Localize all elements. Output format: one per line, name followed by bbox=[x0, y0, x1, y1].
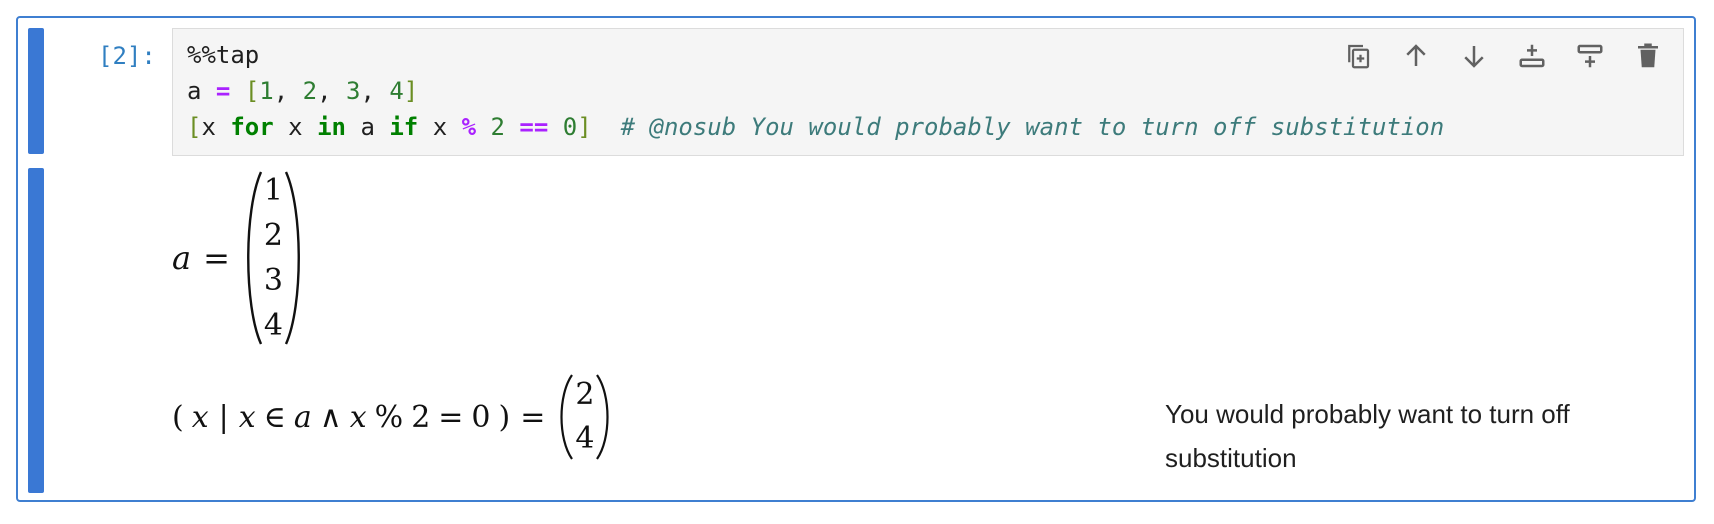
equation-a-vector: a = 1 2 3 4 bbox=[172, 168, 305, 348]
code-editor[interactable]: %%tap a = [1, 2, 3, 4] [x for x in a if … bbox=[172, 28, 1684, 156]
left-paren-icon bbox=[560, 374, 574, 460]
magic-command: %%tap bbox=[187, 41, 260, 69]
right-paren-icon bbox=[596, 374, 610, 460]
move-down-button[interactable] bbox=[1457, 39, 1491, 73]
move-up-button[interactable] bbox=[1399, 39, 1433, 73]
move-up-icon bbox=[1406, 44, 1426, 66]
vector-entry: 4 bbox=[263, 308, 283, 343]
insert-above-button[interactable] bbox=[1515, 39, 1549, 73]
column-vector-a: 1 2 3 4 bbox=[242, 168, 305, 348]
delete-cell-button[interactable] bbox=[1631, 39, 1665, 73]
right-paren-icon bbox=[284, 171, 300, 345]
code-text[interactable]: %%tap a = [1, 2, 3, 4] [x for x in a if … bbox=[187, 37, 1444, 145]
insert-below-icon bbox=[1577, 44, 1603, 68]
insert-above-icon bbox=[1519, 44, 1545, 68]
vector-entry: 2 bbox=[575, 377, 595, 412]
move-down-icon bbox=[1464, 46, 1484, 68]
insert-below-button[interactable] bbox=[1573, 39, 1607, 73]
column-vector-result: 2 4 bbox=[555, 373, 614, 461]
duplicate-cell-button[interactable] bbox=[1341, 39, 1375, 73]
equation-comprehension: ( x | x ∈ a ∧ x % 2 = 0 ) = 2 4 bbox=[172, 372, 614, 462]
input-collapser[interactable] bbox=[28, 28, 44, 154]
vector-entry: 3 bbox=[263, 263, 283, 298]
output-collapser[interactable] bbox=[28, 168, 44, 493]
code-comment: # @nosub You would probably want to turn… bbox=[620, 113, 1445, 141]
duplicate-cell-icon bbox=[1348, 44, 1370, 69]
vector-entry: 4 bbox=[575, 421, 595, 456]
delete-cell-icon bbox=[1638, 43, 1658, 68]
vector-values: 2 4 bbox=[575, 373, 594, 461]
left-paren-icon bbox=[246, 171, 262, 345]
output-comment: You would probably want to turn off subs… bbox=[1165, 399, 1570, 473]
vector-entry: 1 bbox=[263, 173, 283, 208]
cell-toolbar bbox=[1341, 39, 1665, 73]
vector-values: 1 2 3 4 bbox=[264, 168, 283, 348]
vector-entry: 2 bbox=[263, 218, 283, 253]
execution-prompt: [2]: bbox=[98, 42, 156, 70]
